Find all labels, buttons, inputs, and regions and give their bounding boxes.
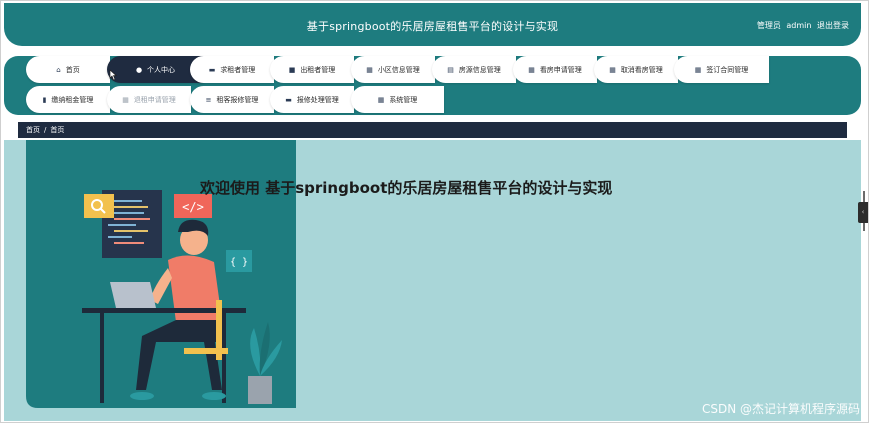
app-title: 基于springboot的乐居房屋租售平台的设计与实现 xyxy=(306,20,559,33)
sliders-icon: ≡ xyxy=(205,95,212,104)
nav-label: 退租申请管理 xyxy=(133,95,176,104)
main-content: </> { } 欢迎使用 基于springboot的乐居房屋租售平台的设计与实现 xyxy=(4,140,861,421)
nav-label: 个人中心 xyxy=(147,65,176,74)
logout-link[interactable]: 退出登录 xyxy=(817,21,849,30)
nav-item-tenant-seekers[interactable]: ▬ 求租者管理 xyxy=(190,56,274,83)
grid-icon: ▦ xyxy=(528,65,535,74)
nav-item-home[interactable]: ⌂ 首页 xyxy=(26,56,110,83)
nav-item-rent-payment[interactable]: ▮ 缴纳租金管理 xyxy=(26,86,110,113)
breadcrumb-root[interactable]: 首页 xyxy=(26,125,40,135)
user-icon: ● xyxy=(135,65,143,74)
nav-item-system[interactable]: ▦ 系统管理 xyxy=(351,86,444,113)
nav-menu: ⌂ 首页 ● 个人中心 ▬ 求租者管理 ■ 出租者管理 ▦ 小区信息管理 ▤ 房源信息管理 … xyxy=(4,56,861,115)
username: admin xyxy=(786,21,812,30)
nav-item-cancel-viewing[interactable]: ▦ 取消看房管理 xyxy=(594,56,678,83)
nav-label: 报修处理管理 xyxy=(296,95,339,104)
grid-icon: ▦ xyxy=(609,65,616,74)
nav-label: 系统管理 xyxy=(389,95,418,104)
nav-item-community-info[interactable]: ▦ 小区信息管理 xyxy=(351,56,435,83)
nav-label: 签订合同管理 xyxy=(706,65,749,74)
breadcrumb: 首页 / 首页 xyxy=(18,122,847,138)
nav-label: 小区信息管理 xyxy=(377,65,420,74)
card-icon: ▬ xyxy=(208,65,216,74)
watermark: CSDN @杰记计算机程序源码 xyxy=(701,402,860,416)
bar-chart-icon: ▮ xyxy=(42,95,47,104)
nav-item-contracts[interactable]: ▦ 签订合同管理 xyxy=(674,56,769,83)
nav-item-listings[interactable]: ▤ 房源信息管理 xyxy=(432,56,516,83)
breadcrumb-current: 首页 xyxy=(50,126,65,134)
nav-item-viewing-requests[interactable]: ▦ 看房申请管理 xyxy=(513,56,597,83)
brace-tag-label: { } xyxy=(230,257,248,268)
nav-label: 房源信息管理 xyxy=(458,65,501,74)
breadcrumb-separator: / xyxy=(44,126,47,134)
grid-icon: ▦ xyxy=(377,95,385,104)
nav-item-repair-requests[interactable]: ≡ 租客报修管理 xyxy=(190,86,274,113)
nav-label: 租客报修管理 xyxy=(216,95,259,104)
grid-icon: ▦ xyxy=(694,65,702,74)
mouse-cursor-icon xyxy=(109,69,117,81)
nav-label: 出租者管理 xyxy=(300,65,336,74)
nav-label: 首页 xyxy=(65,65,80,74)
nav-item-landlords[interactable]: ■ 出租者管理 xyxy=(270,56,354,83)
top-header: 基于springboot的乐居房屋租售平台的设计与实现 管理员 admin 退出… xyxy=(4,3,861,46)
nav-label: 看房申请管理 xyxy=(539,65,582,74)
welcome-heading: 欢迎使用 基于springboot的乐居房屋租售平台的设计与实现 xyxy=(200,179,613,197)
nav-label: 求租者管理 xyxy=(220,65,256,74)
nav-label: 取消看房管理 xyxy=(620,65,663,74)
browser-viewport: 基于springboot的乐居房屋租售平台的设计与实现 管理员 admin 退出… xyxy=(0,0,869,423)
collapse-handle-icon[interactable]: ‹ xyxy=(858,202,868,223)
grid-icon: ▦ xyxy=(366,65,373,74)
briefcase-icon: ▤ xyxy=(447,65,454,74)
user-role: 管理员 xyxy=(756,21,781,30)
nav-label: 缴纳租金管理 xyxy=(51,95,94,104)
code-tag-label: </> xyxy=(182,200,204,214)
home-icon: ⌂ xyxy=(56,65,61,74)
suitcase-icon: ■ xyxy=(288,65,296,74)
nav-item-repair-handling[interactable]: ▬ 报修处理管理 xyxy=(270,86,354,113)
grid-icon: ▦ xyxy=(122,95,129,104)
card-icon: ▬ xyxy=(285,95,292,104)
nav-item-move-out[interactable]: ▦ 退租申请管理 xyxy=(107,86,191,113)
user-info: 管理员 admin 退出登录 xyxy=(754,20,849,31)
